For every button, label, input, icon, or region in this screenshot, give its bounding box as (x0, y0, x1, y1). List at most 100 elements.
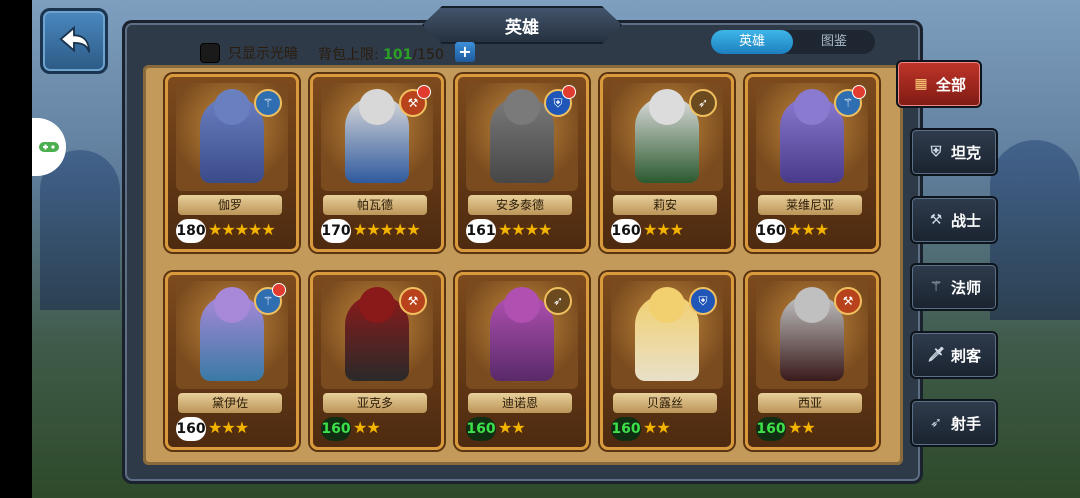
grid-icon: ▦ (914, 76, 928, 92)
shield-icon: ⛨ (930, 144, 942, 160)
hero-name: 黛伊佐 (178, 393, 282, 413)
hero-portrait: ➶ (466, 281, 578, 389)
back-arrow-icon (59, 25, 91, 53)
hero-name: 迪诺恩 (468, 393, 572, 413)
hero-card[interactable]: ⚒ 帕瓦德 170 ★★★★★ (310, 74, 444, 252)
hero-card[interactable]: ➶ 莉安 160 ★★★ (600, 74, 734, 252)
hero-level: 160 (611, 219, 641, 243)
bow-icon: ➶ (689, 89, 717, 117)
hero-portrait: ⛨ (611, 281, 723, 389)
filter-label: 坦克 (950, 143, 981, 162)
notification-dot (417, 85, 431, 99)
bow-icon: ➶ (930, 415, 942, 431)
hero-head (794, 287, 830, 323)
dagger-icon: 🗡 (927, 347, 945, 363)
bow-icon: ➶ (544, 287, 572, 315)
hero-name: 西亚 (758, 393, 862, 413)
notification-dot (852, 85, 866, 99)
shield-icon: ⛨ (544, 85, 576, 117)
hero-head (794, 89, 830, 125)
filter-staff[interactable]: ⚚ 法师 (910, 263, 998, 311)
hero-level: 160 (756, 417, 786, 441)
bag-limit: 背包上限: 101/150 (318, 47, 444, 63)
hero-name: 安多泰德 (468, 195, 572, 215)
hero-card[interactable]: ⚚ 莱维尼亚 160 ★★★ (745, 74, 879, 252)
bag-current: 101 (383, 47, 413, 63)
hero-portrait: ⚒ (321, 83, 433, 191)
hero-level: 160 (756, 219, 786, 243)
background-tower-left (40, 150, 120, 310)
staff-icon: ⚚ (254, 89, 282, 117)
hero-head (214, 89, 250, 125)
hero-name: 伽罗 (178, 195, 282, 215)
hero-stars: ★★ (788, 418, 816, 437)
hero-head (359, 287, 395, 323)
only-light-dark-checkbox[interactable] (200, 43, 220, 63)
filter-label: 全部 (935, 75, 966, 94)
filter-shield[interactable]: ⛨ 坦克 (910, 128, 998, 176)
hero-level: 160 (466, 417, 496, 441)
hero-name: 贝露丝 (613, 393, 717, 413)
hero-head (649, 89, 685, 125)
filter-dagger[interactable]: 🗡 刺客 (910, 331, 998, 379)
hero-level: 161 (466, 219, 496, 243)
hero-card[interactable]: ⛨ 安多泰德 161 ★★★★ (455, 74, 589, 252)
hero-card[interactable]: ⚒ 西亚 160 ★★ (745, 272, 879, 450)
hero-level: 180 (176, 219, 206, 243)
hero-name: 莉安 (613, 195, 717, 215)
filter-bow[interactable]: ➶ 射手 (910, 399, 998, 447)
hammer-icon: ⚒ (834, 287, 862, 315)
left-black-strip (0, 0, 32, 498)
hero-card[interactable]: ⚚ 伽罗 180 ★★★★★ (165, 74, 299, 252)
staff-icon: ⚚ (929, 279, 943, 295)
hero-stars: ★★★ (208, 418, 249, 437)
filter-label: 法师 (950, 278, 981, 297)
hero-head (504, 287, 540, 323)
hero-head (214, 287, 250, 323)
hero-stars: ★★★★★ (208, 220, 276, 239)
hero-stars: ★★★★ (498, 220, 552, 239)
hero-name: 帕瓦德 (323, 195, 427, 215)
bag-max: /150 (412, 47, 444, 63)
hero-portrait: ⚚ (176, 83, 288, 191)
hero-card[interactable]: ➶ 迪诺恩 160 ★★ (455, 272, 589, 450)
hero-stars: ★★ (643, 418, 671, 437)
hammer-icon: ⚒ (399, 85, 431, 117)
notification-dot (272, 283, 286, 297)
back-button[interactable] (40, 8, 108, 74)
hero-name: 亚克多 (323, 393, 427, 413)
hero-card[interactable]: ⚚ 黛伊佐 160 ★★★ (165, 272, 299, 450)
filter-grid[interactable]: ▦ 全部 (896, 60, 982, 108)
only-light-dark-label: 只显示光暗 (228, 46, 298, 62)
hero-portrait: ⚚ (176, 281, 288, 389)
gamepad-icon (39, 142, 59, 152)
hero-card[interactable]: ⛨ 贝露丝 160 ★★ (600, 272, 734, 450)
hammer-icon: ⚒ (399, 287, 427, 315)
tab-codex[interactable]: 图鉴 (793, 30, 875, 54)
filter-hammer[interactable]: ⚒ 战士 (910, 196, 998, 244)
hero-level: 170 (321, 219, 351, 243)
hero-portrait: ⛨ (466, 83, 578, 191)
page-title: 英雄 (422, 6, 622, 44)
notification-dot (562, 85, 576, 99)
background-tower-right (990, 140, 1080, 320)
filter-label: 战士 (950, 211, 981, 230)
filter-label: 射手 (950, 414, 981, 433)
hero-level: 160 (321, 417, 351, 441)
light-dark-filter[interactable]: 只显示光暗 (200, 40, 298, 66)
hero-stars: ★★ (498, 418, 526, 437)
expand-bag-button[interactable]: + (455, 42, 475, 62)
hero-portrait: ⚚ (756, 83, 868, 191)
hero-level: 160 (176, 417, 206, 441)
hero-name: 莱维尼亚 (758, 195, 862, 215)
hero-card[interactable]: ⚒ 亚克多 160 ★★ (310, 272, 444, 450)
tab-heroes[interactable]: 英雄 (711, 30, 793, 54)
hero-stars: ★★★★★ (353, 220, 421, 239)
hero-stars: ★★★ (788, 220, 829, 239)
hero-portrait: ⚒ (756, 281, 868, 389)
hammer-icon: ⚒ (929, 212, 943, 228)
hero-head (504, 89, 540, 125)
staff-icon: ⚚ (254, 283, 286, 315)
hero-head (649, 287, 685, 323)
view-tabs: 英雄 图鉴 (711, 30, 875, 54)
